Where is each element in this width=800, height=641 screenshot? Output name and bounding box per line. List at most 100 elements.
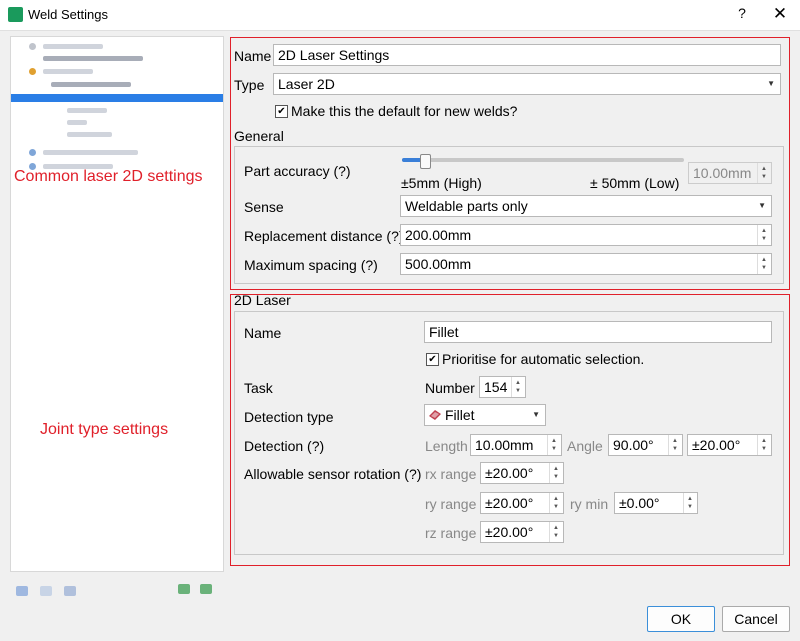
prioritise-label: Prioritise for automatic selection. [442, 351, 645, 367]
sense-label: Sense [244, 199, 284, 215]
name-input[interactable]: 2D Laser Settings [273, 44, 781, 66]
angle-spinner[interactable]: ▲ ▼ [668, 435, 682, 455]
angle-value: 90.00° [613, 437, 654, 453]
ry-input[interactable]: ±20.00° ▲ ▼ [480, 492, 564, 514]
sense-value: Weldable parts only [405, 198, 528, 214]
accuracy-spinner: ▲ ▼ [757, 163, 771, 183]
length-label: Length [425, 438, 468, 454]
chevron-down-icon: ▼ [532, 410, 540, 419]
rz-value: ±20.00° [485, 524, 534, 540]
cancel-button[interactable]: Cancel [722, 606, 790, 632]
default-checkbox[interactable]: ✔ [275, 105, 288, 118]
prioritise-checkbox[interactable]: ✔ [426, 353, 439, 366]
replacement-input[interactable]: 200.00mm ▲ ▼ [400, 224, 772, 246]
rx-value: ±20.00° [485, 465, 534, 481]
rx-input[interactable]: ±20.00° ▲ ▼ [480, 462, 564, 484]
help-button[interactable]: ? [732, 5, 752, 25]
length-spinner[interactable]: ▲ ▼ [547, 435, 561, 455]
laser-name-label: Name [244, 325, 282, 341]
rymin-value: ±0.00° [619, 495, 660, 511]
rz-input[interactable]: ±20.00° ▲ ▼ [480, 521, 564, 543]
tree-item[interactable] [51, 82, 131, 87]
chevron-down-icon: ▼ [758, 201, 766, 210]
type-label: Type [234, 77, 265, 93]
replacement-label: Replacement distance (?) [244, 228, 404, 244]
title-bar: Weld Settings ? ✕ [0, 0, 800, 31]
tree-item[interactable] [43, 69, 93, 74]
angle-tolerance-value: ±20.00° [692, 437, 741, 453]
tree-item[interactable] [43, 150, 138, 155]
angle-tolerance-spinner[interactable]: ▲ ▼ [757, 435, 771, 455]
rymin-label: ry min [570, 496, 609, 512]
fillet-icon [429, 410, 441, 420]
tree-item[interactable] [67, 120, 87, 125]
number-input[interactable]: 154 ▲ ▼ [479, 376, 526, 398]
rz-label: rz range [425, 525, 477, 541]
tree-item[interactable] [67, 108, 107, 113]
length-input[interactable]: 10.00mm ▲ ▼ [470, 434, 562, 456]
angle-tolerance-input[interactable]: ±20.00° ▲ ▼ [687, 434, 772, 456]
accuracy-slider-track[interactable] [402, 158, 684, 162]
annotation-common: Common laser 2D settings [14, 168, 203, 185]
delete-icon[interactable] [64, 586, 76, 596]
number-value: 154 [484, 379, 508, 395]
spacing-label: Maximum spacing (?) [244, 257, 378, 273]
angle-input[interactable]: 90.00° ▲ ▼ [608, 434, 683, 456]
laser-title: 2D Laser [234, 292, 291, 308]
ry-label: ry range [425, 496, 477, 512]
settings-tree[interactable] [10, 36, 224, 572]
number-spinner[interactable]: ▲ ▼ [511, 377, 525, 397]
length-value: 10.00mm [475, 437, 534, 453]
replacement-value: 200.00mm [405, 227, 472, 243]
export-icon[interactable] [200, 584, 212, 594]
rymin-input[interactable]: ±0.00° ▲ ▼ [614, 492, 698, 514]
detection-type-label: Detection type [244, 409, 334, 425]
task-label: Task [244, 380, 273, 396]
sense-select[interactable]: Weldable parts only ▼ [400, 195, 772, 217]
tree-item[interactable] [43, 56, 143, 61]
tree-node-icon [29, 43, 36, 50]
ok-button[interactable]: OK [647, 606, 715, 632]
add-icon[interactable] [16, 586, 28, 596]
import-icon[interactable] [178, 584, 190, 594]
rx-spinner[interactable]: ▲ ▼ [549, 463, 563, 483]
general-title: General [234, 128, 284, 144]
ry-spinner[interactable]: ▲ ▼ [549, 493, 563, 513]
accuracy-value-input: 10.00mm ▲ ▼ [688, 162, 772, 184]
rotation-label: Allowable sensor rotation (?) [244, 466, 422, 482]
ry-value: ±20.00° [485, 495, 534, 511]
tree-node-icon [29, 149, 36, 156]
number-label: Number [425, 380, 475, 396]
app-icon [8, 7, 23, 22]
rz-spinner[interactable]: ▲ ▼ [549, 522, 563, 542]
close-button[interactable]: ✕ [770, 4, 790, 24]
replacement-spinner[interactable]: ▲ ▼ [757, 225, 771, 245]
name-label: Name [234, 48, 272, 64]
accuracy-low-label: ± 50mm (Low) [590, 175, 680, 191]
chevron-down-icon: ▼ [767, 79, 775, 88]
accuracy-high-label: ±5mm (High) [401, 175, 482, 191]
rx-label: rx range [425, 466, 477, 482]
tree-node-icon [29, 68, 36, 75]
accuracy-label: Part accuracy (?) [244, 163, 351, 179]
angle-label: Angle [567, 438, 603, 454]
window-title: Weld Settings [28, 7, 108, 22]
annotation-joint: Joint type settings [40, 421, 169, 438]
tree-item[interactable] [43, 44, 103, 49]
laser-group [234, 311, 784, 555]
type-value: Laser 2D [278, 76, 335, 92]
spacing-spinner[interactable]: ▲ ▼ [757, 254, 771, 274]
tree-item[interactable] [67, 132, 112, 137]
type-select[interactable]: Laser 2D ▼ [273, 73, 781, 95]
spacing-value: 500.00mm [405, 256, 472, 272]
default-label: Make this the default for new welds? [291, 103, 518, 119]
accuracy-slider-handle[interactable] [419, 154, 431, 169]
accuracy-value: 10.00mm [693, 165, 752, 181]
laser-name-input[interactable]: Fillet [424, 321, 772, 343]
spacing-input[interactable]: 500.00mm ▲ ▼ [400, 253, 772, 275]
detection-label: Detection (?) [244, 438, 325, 454]
tree-item-selected[interactable] [11, 94, 223, 102]
duplicate-icon[interactable] [40, 586, 52, 596]
rymin-spinner[interactable]: ▲ ▼ [683, 493, 697, 513]
detection-type-select[interactable]: Fillet ▼ [424, 404, 546, 426]
